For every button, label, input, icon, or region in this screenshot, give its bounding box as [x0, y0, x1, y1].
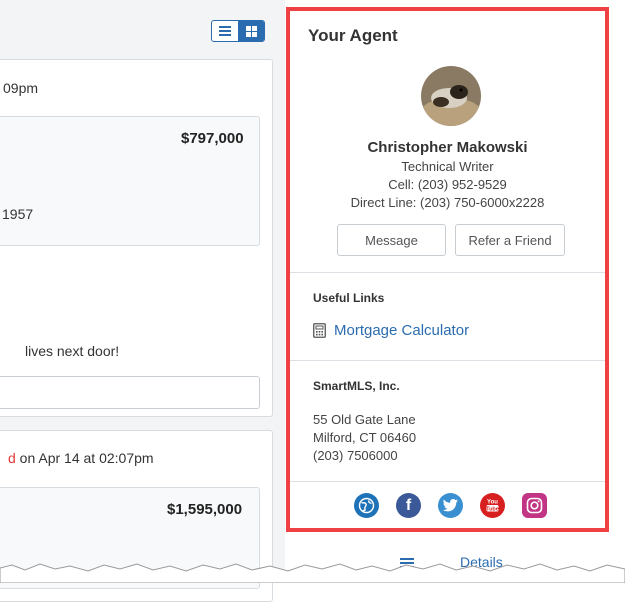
activity-user-fragment[interactable]: d — [8, 450, 16, 466]
list-view-button[interactable] — [212, 21, 238, 41]
office-name: SmartMLS, Inc. — [313, 379, 400, 393]
office-address-line2: Milford, CT 06460 — [313, 430, 417, 445]
twitter-icon[interactable] — [438, 493, 463, 518]
view-toggle[interactable] — [211, 20, 265, 42]
divider — [290, 360, 605, 361]
svg-text:Tube: Tube — [486, 506, 499, 512]
activity-time: 09pm — [3, 80, 39, 96]
listing-price: $797,000 — [181, 130, 244, 147]
agent-direct-line: Direct Line: (203) 750-6000x2228 — [350, 195, 545, 210]
calculator-icon — [313, 323, 326, 338]
grid-view-button[interactable] — [238, 21, 264, 41]
agent-name: Christopher Makowski — [367, 139, 528, 156]
office-address-line1: 55 Old Gate Lane — [313, 412, 416, 427]
divider — [290, 272, 605, 273]
comment-input[interactable] — [0, 376, 260, 409]
youtube-icon[interactable]: You Tube — [480, 493, 505, 518]
listing-year-built: 1957 — [2, 206, 34, 222]
grid-icon — [245, 25, 257, 37]
agent-avatar — [421, 66, 481, 126]
website-icon[interactable] — [354, 493, 379, 518]
divider — [290, 481, 605, 482]
refer-friend-button[interactable]: Refer a Friend — [455, 224, 565, 256]
mortgage-calculator-link[interactable]: Mortgage Calculator — [313, 322, 469, 339]
agent-cell-phone: Cell: (203) 952-9529 — [388, 177, 507, 192]
listing-price: $1,595,000 — [167, 501, 243, 518]
panel-title: Your Agent — [308, 26, 398, 45]
useful-links-title: Useful Links — [313, 291, 385, 305]
facebook-icon[interactable]: f — [396, 493, 421, 518]
svg-text:You: You — [487, 500, 498, 506]
activity-time: d on Apr 14 at 02:07pm — [8, 450, 154, 466]
office-phone: (203) 7506000 — [313, 448, 398, 463]
instagram-icon[interactable] — [522, 493, 547, 518]
list-icon — [219, 26, 231, 36]
message-button[interactable]: Message — [337, 224, 446, 256]
mortgage-calculator-label[interactable]: Mortgage Calculator — [334, 322, 469, 339]
agent-role: Technical Writer — [401, 159, 494, 174]
torn-edge — [0, 563, 625, 583]
comment-text: lives next door! — [25, 343, 120, 359]
